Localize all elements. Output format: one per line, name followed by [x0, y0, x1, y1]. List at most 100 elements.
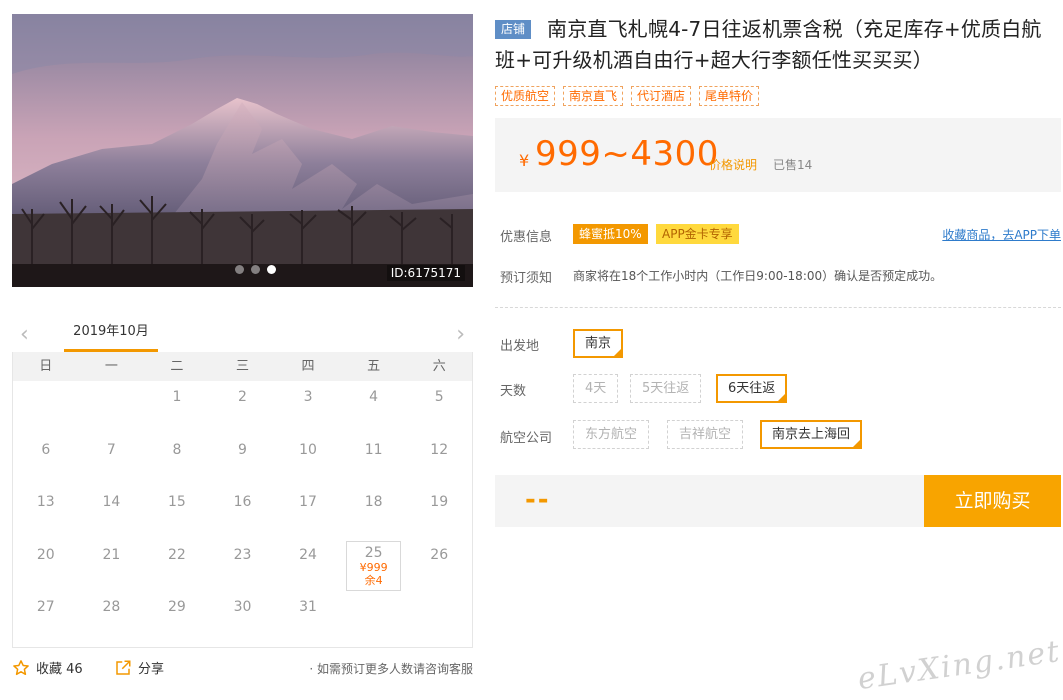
- airline-option[interactable]: 东方航空: [573, 420, 650, 449]
- weekday-label: 一: [104, 359, 118, 374]
- slide-indicators: [235, 265, 276, 274]
- watermark-logo: eLvXing.net: [855, 633, 1063, 698]
- calendar-day: 9: [210, 436, 276, 489]
- calendar-day: 16: [210, 488, 276, 541]
- section-divider: [495, 307, 1061, 308]
- calendar-empty-cell: [79, 383, 145, 436]
- days-option[interactable]: 5天往返: [630, 374, 702, 403]
- chevron-right-icon[interactable]: ›: [456, 322, 465, 347]
- discount-badge: 蜂蜜抵10%: [573, 224, 648, 244]
- price-range: 999~4300: [535, 134, 719, 174]
- day-number: 22: [168, 546, 186, 563]
- days-option-selected[interactable]: 6天往返: [716, 374, 788, 403]
- product-tag: 尾单特价: [699, 86, 760, 106]
- calendar-day: 8: [144, 436, 210, 489]
- weekday-label: 三: [235, 359, 249, 374]
- day-number: 8: [172, 441, 182, 458]
- day-number: 19: [430, 494, 449, 511]
- photo-actions: 收藏 46 分享 · 如需预订更多人数请咨询客服: [12, 656, 473, 680]
- calendar-day: 15: [144, 488, 210, 541]
- shop-tag-badge: 店铺: [495, 20, 532, 39]
- calendar-day: 3: [275, 383, 341, 436]
- share-label: 分享: [138, 662, 165, 677]
- day-number: 11: [364, 441, 383, 458]
- weekday-label: 日: [39, 359, 53, 374]
- weekday-label: 六: [432, 359, 446, 374]
- calendar-day-available[interactable]: 25 ¥999 余4: [345, 540, 402, 592]
- day-number: 4: [369, 389, 379, 405]
- day-number: 29: [168, 599, 186, 616]
- share-icon: [116, 660, 131, 675]
- departure-option-selected[interactable]: 南京: [573, 329, 624, 358]
- product-tag: 优质航空: [495, 86, 556, 106]
- weekday-label: 五: [367, 359, 381, 374]
- weekday-label: 四: [301, 359, 315, 374]
- day-number: 13: [36, 494, 55, 511]
- day-number: 12: [430, 441, 449, 458]
- chevron-left-icon[interactable]: ‹: [20, 322, 29, 347]
- days-label: 天数: [500, 384, 527, 399]
- weekday-label: 二: [170, 359, 184, 374]
- product-tag: 代订酒店: [631, 86, 692, 106]
- share-button[interactable]: 分享: [114, 658, 164, 677]
- calendar-weekday-header: 日一二三四五六: [13, 352, 472, 381]
- buy-now-button[interactable]: 立即购买: [924, 475, 1061, 527]
- slide-dot[interactable]: [235, 265, 244, 274]
- product-photo[interactable]: ID:6175171: [12, 14, 473, 287]
- favorite-button[interactable]: 收藏 46: [12, 658, 83, 677]
- day-number: 24: [299, 546, 317, 563]
- calendar-day: 22: [144, 541, 210, 594]
- day-number: 18: [364, 494, 383, 511]
- calendar-day: 29: [144, 593, 210, 646]
- calendar-day: 30: [210, 593, 276, 646]
- calendar-month-tab[interactable]: 2019年10月: [64, 316, 158, 352]
- booking-notice-text: 商家将在18个工作小时内（工作日9:00-18:00）确认是否预定成功。: [573, 269, 943, 283]
- calendar-day: 1: [144, 383, 210, 436]
- sold-count: 已售14: [773, 158, 813, 172]
- calendar-day: 23: [210, 541, 276, 594]
- product-title: 南京直飞札幌4-7日往返机票含税（充足库存+优质白航班+可升级机酒自由行+超大行…: [495, 17, 1042, 72]
- favorite-count-label: 收藏 46: [36, 662, 83, 677]
- calendar-day: 18: [341, 488, 407, 541]
- calendar-day: 2: [210, 383, 276, 436]
- day-number: 30: [233, 599, 252, 616]
- app-order-link[interactable]: 收藏商品，去APP下单: [942, 226, 1061, 243]
- day-number: 9: [238, 441, 247, 458]
- app-exclusive-badge: APP金卡专享: [656, 224, 739, 244]
- day-number: 26: [430, 546, 449, 563]
- calendar-day: 13: [13, 488, 79, 541]
- product-page: ID:6175171 ‹ 2019年10月 › 日一二三四五六 12345678…: [0, 0, 1063, 700]
- day-number: 31: [299, 599, 317, 616]
- calendar: 日一二三四五六 1 2 3 4 5 6 7 8 9 10 11 12 13 14 15 16 17 18 19 20 2…: [12, 352, 473, 648]
- airline-option[interactable]: 吉祥航空: [667, 420, 744, 449]
- calendar-day: 28: [79, 593, 145, 646]
- day-number: 2: [238, 389, 247, 405]
- days-option[interactable]: 4天: [573, 374, 619, 403]
- calendar-day: 24: [275, 541, 341, 594]
- day-number: 25: [364, 544, 383, 561]
- calendar-day: 17: [275, 488, 341, 541]
- calendar-day: 31: [275, 593, 341, 646]
- slide-dot-active[interactable]: [267, 265, 276, 274]
- calendar-empty-cell: [13, 383, 79, 436]
- day-stock: 余4: [364, 573, 383, 587]
- total-price: --: [525, 485, 551, 515]
- calendar-day: 6: [13, 436, 79, 489]
- day-number: 17: [299, 494, 317, 511]
- day-number: 6: [41, 441, 51, 458]
- star-icon: [13, 659, 29, 675]
- calendar-nav: ‹ 2019年10月 ›: [12, 316, 473, 352]
- product-tag: 南京直飞: [563, 86, 624, 106]
- day-number: 7: [106, 441, 116, 458]
- airline-option-selected[interactable]: 南京去上海回: [760, 420, 863, 449]
- day-number: 20: [36, 546, 55, 563]
- slide-dot[interactable]: [251, 265, 260, 274]
- calendar-day-grid: 1 2 3 4 5 6 7 8 9 10 11 12 13 14 15 16 17 18 19 20 21 22 23 24 2…: [13, 381, 472, 646]
- calendar-day: 27: [13, 593, 79, 646]
- price-explain-link[interactable]: 价格说明: [709, 156, 757, 173]
- calendar-day: 4: [341, 383, 407, 436]
- currency-symbol: ¥: [519, 151, 530, 170]
- purchase-bar: -- 立即购买: [495, 475, 1061, 527]
- calendar-day: 19: [406, 488, 472, 541]
- airline-label: 航空公司: [500, 431, 553, 446]
